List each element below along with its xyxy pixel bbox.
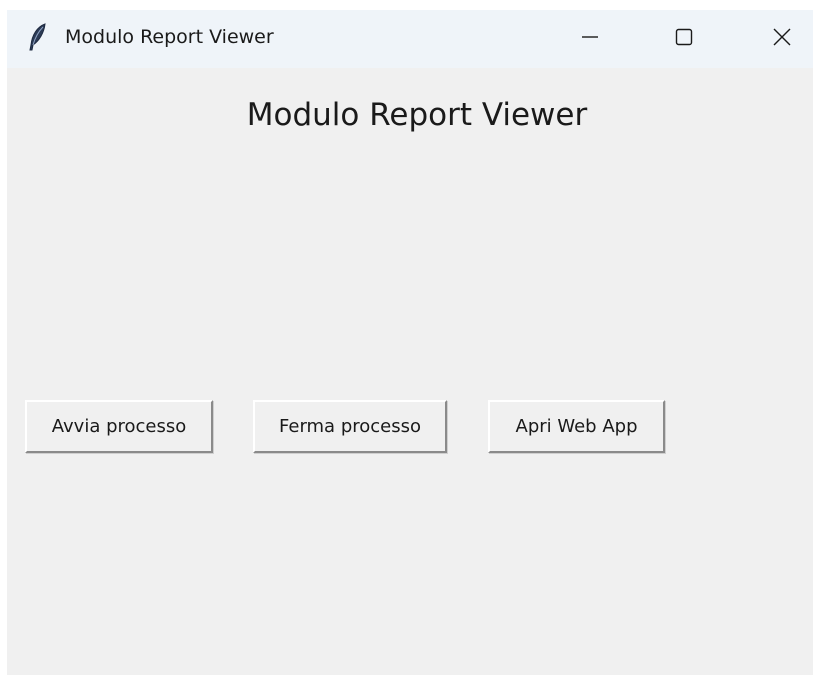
page-title: Modulo Report Viewer [246,97,588,133]
close-button[interactable] [759,10,805,68]
start-process-button[interactable]: Avvia processo [25,400,213,453]
maximize-button[interactable] [661,10,707,68]
app-window: Modulo Report Viewer Modulo Report Viewe… [7,10,813,675]
maximize-icon [674,27,694,52]
stop-process-button[interactable]: Ferma processo [253,400,447,453]
window-title: Modulo Report Viewer [65,26,274,48]
minimize-button[interactable] [567,10,613,68]
close-icon [772,27,792,52]
feather-icon [27,23,49,51]
title-bar[interactable]: Modulo Report Viewer [7,10,813,68]
minimize-icon [580,27,600,52]
open-web-app-button[interactable]: Apri Web App [488,400,665,453]
